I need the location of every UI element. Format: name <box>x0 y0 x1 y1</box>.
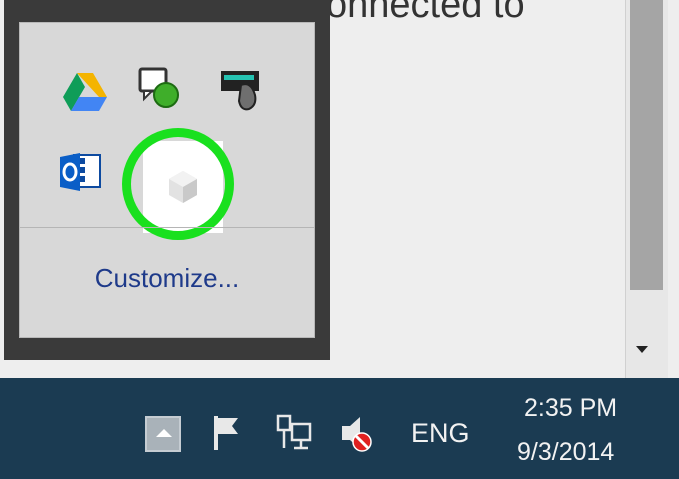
popup-divider <box>20 227 314 228</box>
volume-muted-icon[interactable] <box>336 412 376 454</box>
document-text: onnected to <box>326 0 525 26</box>
clock-time[interactable]: 2:35 PM <box>524 394 617 423</box>
hidden-icons-grid <box>20 23 316 240</box>
scroll-down-arrow[interactable] <box>636 346 648 353</box>
outlook-icon[interactable] <box>54 145 110 201</box>
chevron-up-icon <box>156 429 172 437</box>
network-icon[interactable] <box>274 412 314 454</box>
card-reader-icon[interactable] <box>215 63 271 119</box>
show-hidden-icons-button[interactable] <box>145 416 181 452</box>
scrollbar-thumb[interactable] <box>630 0 663 290</box>
overflow-panel: Customize... <box>19 22 315 338</box>
taskbar: ENG 2:35 PM 9/3/2014 <box>0 378 679 479</box>
notification-overflow-popup: Customize... <box>4 0 330 360</box>
customize-link[interactable]: Customize... <box>20 263 314 294</box>
action-center-flag-icon[interactable] <box>208 412 248 454</box>
language-indicator[interactable]: ENG <box>411 418 470 449</box>
chat-status-icon[interactable] <box>132 61 188 117</box>
highlight-circle <box>122 128 234 240</box>
google-drive-icon[interactable] <box>57 63 113 119</box>
clock-date[interactable]: 9/3/2014 <box>517 438 614 467</box>
screen: onnected to Customize... ENG 2:35 PM 9/3… <box>0 0 679 479</box>
